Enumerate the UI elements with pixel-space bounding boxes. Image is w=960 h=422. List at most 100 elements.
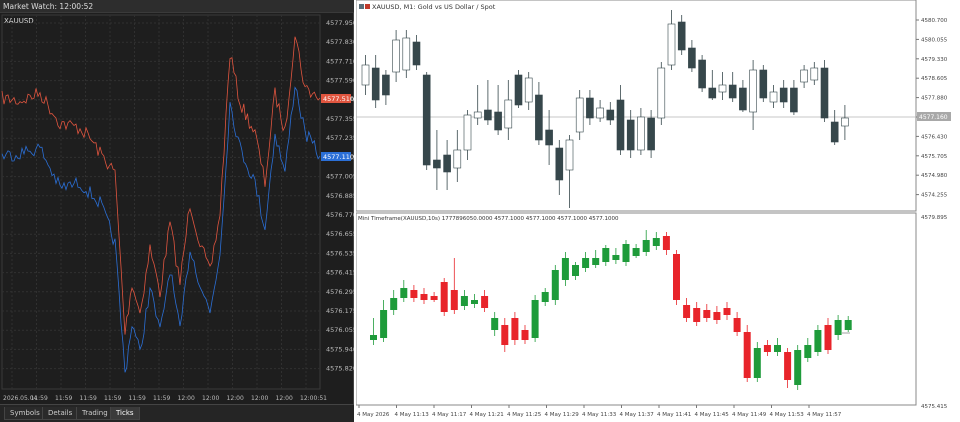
candle [657,67,666,119]
candle [810,67,819,81]
mini-candle [521,330,529,340]
price-tick-label: 4575.415 [921,404,948,410]
time-tick-label: 4 May 11:57 [807,412,842,418]
mini-candle [531,300,539,338]
price-tick-label: 4577.830 [326,38,354,46]
main-chart-header: XAUUSD, M1: Gold vs US Dollar / Spot [372,3,496,11]
price-tick-label: 4576.430 [921,134,948,140]
price-tick-label: 4576.415 [326,269,354,277]
mini-candle [430,296,438,300]
time-tick-label: 4 May 11:41 [657,412,691,418]
candle [779,87,788,103]
candle [667,23,676,66]
candle [606,109,615,121]
candle [830,121,839,143]
mini-candle [784,352,792,380]
candle [443,154,451,173]
mini-candle [743,332,751,378]
mini-candle [410,290,418,298]
time-tick-label: 12:00 [202,395,219,402]
market-watch-window: Market Watch: 12:00:52 XAUUSD 4577.950 457… [0,0,354,422]
price-tick-label: 4576.295 [326,288,354,296]
tick-chart[interactable]: XAUUSD 4577.950 4577.830 4577.710 4577.590 45… [0,13,354,404]
mini-candle [642,240,650,252]
candle [535,94,543,141]
mini-candle [471,300,478,304]
tab-symbols[interactable]: Symbols [4,407,46,420]
candle [433,159,441,169]
time-tick-label: 4 May 11:21 [470,412,504,418]
price-tick-label: 4578.605 [921,76,948,82]
time-tick-label: 4 May 11:29 [545,412,580,418]
candle [718,84,727,93]
candle [382,74,390,96]
mini-candle [612,255,620,260]
mini-candle [673,254,680,300]
candle [688,47,696,69]
mini-candle [370,335,377,340]
price-tick-label: 4579.330 [921,57,948,63]
candle [616,99,625,151]
mini-candle [844,320,852,330]
candle [494,111,502,131]
candle [739,87,747,111]
mini-candle [683,305,691,318]
mini-candle [662,236,670,250]
candle [545,129,553,146]
mini-candle [400,288,408,298]
price-tick-label: 4574.255 [921,193,948,199]
time-tick-label: 11:59 [31,395,48,402]
price-tick-label: 4580.055 [921,37,948,43]
tick-plot-frame [1,14,321,390]
price-tick-label: 4577.355 [326,115,354,123]
candle [677,21,686,51]
candle [790,87,798,113]
mini-candle [561,258,569,280]
mini-candle [723,308,731,315]
mini-candle [491,318,499,330]
candle [484,109,492,121]
mini-candle [774,345,781,352]
mini-candle [632,248,640,256]
chart-area[interactable]: XAUUSD, M1: Gold vs US Dollar / Spot 4580… [356,0,960,422]
price-tick-label: 4577.590 [326,77,354,85]
candle [422,74,431,166]
tab-ticks[interactable]: Ticks [110,407,140,420]
bid-price-value: 4577.110 [323,153,354,161]
price-tick-label: 4580.700 [921,18,948,24]
mini-candle [794,350,802,385]
mini-candle [460,296,468,306]
time-tick-label: 4 May 11:45 [695,412,730,418]
candle [524,77,533,103]
mini-candle [713,312,721,320]
mini-candle [541,292,549,302]
candle [402,37,411,71]
mini-candle [693,308,701,322]
mini-candle [602,248,610,262]
candle [820,67,829,119]
price-tick-label: 4576.655 [326,230,354,238]
chart-window-icon [359,4,364,9]
mini-candle [551,270,559,300]
candle [504,99,513,129]
mini-candle [834,320,842,335]
time-tick-label: 4 May 11:37 [620,412,655,418]
time-tick-label: 12:00 [178,395,195,402]
time-tick-label: 11:59 [55,395,72,402]
candle [473,111,482,119]
tab-details[interactable]: Details [42,407,79,420]
mini-candle [501,325,509,345]
mini-candle [652,238,660,246]
tab-trading[interactable]: Trading [76,407,114,420]
time-tick-label: 11:59 [104,395,121,402]
price-tick-label: 4574.980 [921,173,948,179]
ask-price-value: 4577.510 [323,95,354,103]
candle [371,67,380,101]
candle [361,64,370,86]
candle [698,59,706,89]
mini-candle [733,318,741,332]
candle [769,91,778,103]
candle [565,139,574,171]
mini-candle [763,345,771,352]
current-price-value: 4577.160 [919,114,948,121]
